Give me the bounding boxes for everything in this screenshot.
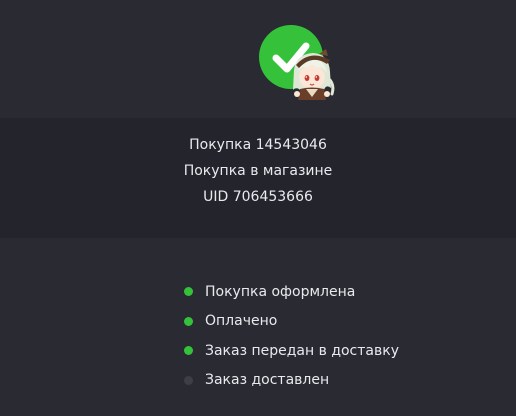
status-dot [184,346,193,356]
step-label: Заказ передан в доставку [205,342,399,359]
step-label: Покупка оформлена [205,283,356,300]
step-shipped: Заказ передан в доставку [184,336,399,366]
purchase-uid: UID 706453666 [203,189,313,205]
status-dot [184,316,193,326]
header-section [0,0,516,118]
purchase-number: Покупка 14543046 [189,137,327,153]
step-label: Заказ доставлен [205,372,330,389]
step-paid: Оплачено [184,307,399,337]
order-status-page: Покупка 14543046 Покупка в магазине UID … [0,0,516,416]
step-order-placed: Покупка оформлена [184,277,399,307]
purchase-info: Покупка 14543046 Покупка в магазине UID … [0,132,516,210]
step-label: Оплачено [205,313,278,330]
status-dot [184,375,193,385]
chibi-character-icon [286,48,336,102]
step-delivered: Заказ доставлен [184,366,399,396]
order-progress-list: Покупка оформлена Оплачено Заказ передан… [184,277,399,395]
status-dot [184,287,193,297]
purchase-type: Покупка в магазине [183,163,333,179]
